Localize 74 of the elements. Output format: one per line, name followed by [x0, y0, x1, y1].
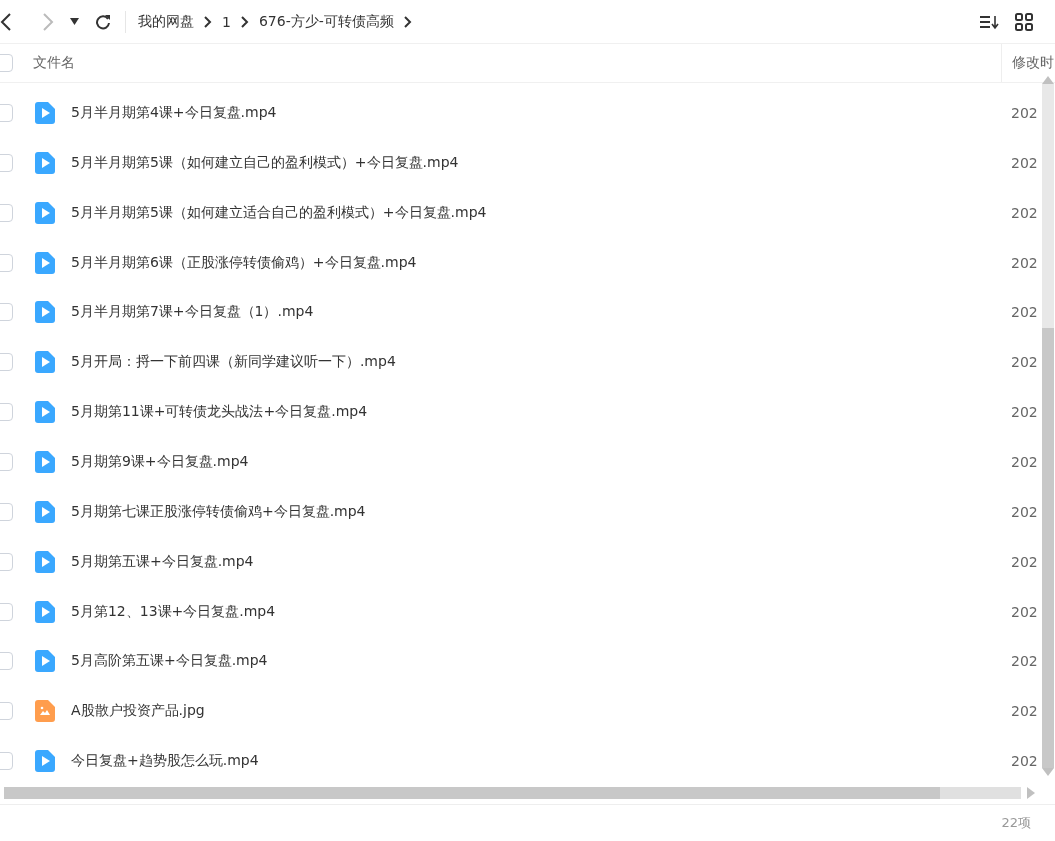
- modified-date: 202: [1011, 154, 1039, 171]
- file-name[interactable]: 5月期第11课+可转债龙头战法+今日复盘.mp4: [71, 403, 1011, 422]
- row-checkbox[interactable]: [0, 203, 13, 222]
- file-name[interactable]: 5月第12、13课+今日复盘.mp4: [71, 602, 1011, 621]
- row-checkbox[interactable]: [0, 353, 13, 372]
- modified-date: 202: [1011, 453, 1039, 470]
- modified-date: 202: [1011, 703, 1039, 720]
- file-name[interactable]: A股散户投资产品.jpg: [71, 702, 1011, 721]
- sort-button[interactable]: [979, 13, 999, 30]
- file-name[interactable]: 今日复盘+趋势股怎么玩.mp4: [71, 752, 1011, 771]
- video-file-icon: [35, 351, 55, 374]
- video-file-icon: [35, 101, 55, 124]
- video-file-icon: [35, 450, 55, 473]
- video-file-icon: [35, 401, 55, 424]
- modified-date: 202: [1011, 553, 1039, 570]
- vertical-scrollbar[interactable]: [1042, 84, 1054, 768]
- modified-date: 202: [1011, 104, 1039, 121]
- image-file-icon: [35, 700, 55, 723]
- video-file-icon: [35, 550, 55, 573]
- row-checkbox[interactable]: [0, 103, 13, 122]
- row-checkbox[interactable]: [0, 303, 13, 322]
- modified-date: 202: [1011, 354, 1039, 371]
- item-count: 22项: [1001, 814, 1031, 832]
- modified-date: 202: [1011, 204, 1039, 221]
- video-file-icon: [35, 301, 55, 324]
- chevron-right-icon: [403, 15, 412, 28]
- file-name[interactable]: 5月半月期第4课+今日复盘.mp4: [71, 103, 1011, 122]
- file-name[interactable]: 5月开局：捋一下前四课（新同学建议听一下）.mp4: [71, 353, 1011, 372]
- forward-button[interactable]: [42, 12, 54, 31]
- row-checkbox[interactable]: [0, 602, 13, 621]
- video-file-icon: [35, 251, 55, 274]
- row-checkbox[interactable]: [0, 702, 13, 721]
- row-checkbox[interactable]: [0, 552, 13, 571]
- file-name[interactable]: 5月半月期第7课+今日复盘（1）.mp4: [71, 303, 1011, 322]
- video-file-icon: [35, 151, 55, 174]
- back-button[interactable]: [0, 12, 12, 31]
- file-name[interactable]: 5月高阶第五课+今日复盘.mp4: [71, 652, 1011, 671]
- file-name[interactable]: 5月期第七课正股涨停转债偷鸡+今日复盘.mp4: [71, 502, 1011, 521]
- row-checkbox[interactable]: [0, 452, 13, 471]
- row-checkbox[interactable]: [0, 403, 13, 422]
- modified-date: 202: [1011, 503, 1039, 520]
- file-name[interactable]: 5月半月期第6课（正股涨停转债偷鸡）+今日复盘.mp4: [71, 253, 1011, 272]
- chevron-right-icon: [204, 15, 212, 28]
- video-file-icon: [35, 500, 55, 523]
- breadcrumb-link[interactable]: 我的网盘: [138, 12, 194, 31]
- file-name[interactable]: 5月半月期第5课（如何建立自己的盈利模式）+今日复盘.mp4: [71, 153, 1011, 172]
- row-checkbox[interactable]: [0, 153, 13, 172]
- video-file-icon: [35, 650, 55, 673]
- scrollbar-thumb[interactable]: [1042, 328, 1054, 768]
- file-name[interactable]: 5月半月期第5课（如何建立适合自己的盈利模式）+今日复盘.mp4: [71, 203, 1011, 222]
- modified-date: 202: [1011, 653, 1039, 670]
- row-checkbox[interactable]: [0, 502, 13, 521]
- grid-view-button[interactable]: [1015, 12, 1033, 31]
- select-all-checkbox[interactable]: [0, 54, 13, 72]
- row-checkbox[interactable]: [0, 652, 13, 671]
- video-file-icon: [35, 750, 55, 773]
- dropdown-button[interactable]: [70, 18, 79, 25]
- refresh-button[interactable]: [95, 13, 111, 30]
- chevron-right-icon: [240, 15, 249, 28]
- video-file-icon: [35, 201, 55, 224]
- scroll-right-icon[interactable]: [1027, 787, 1035, 799]
- modified-date: 202: [1011, 254, 1039, 271]
- file-name[interactable]: 5月期第9课+今日复盘.mp4: [71, 452, 1011, 471]
- row-checkbox[interactable]: [0, 752, 13, 771]
- row-checkbox[interactable]: [0, 253, 13, 272]
- column-header[interactable]: 文件名: [33, 54, 1001, 72]
- modified-date: 202: [1011, 404, 1039, 421]
- breadcrumb-link[interactable]: 1: [222, 13, 231, 30]
- breadcrumb-link[interactable]: 676-方少-可转债高频: [258, 12, 394, 31]
- modified-date: 202: [1011, 753, 1039, 770]
- modified-date: 202: [1011, 603, 1039, 620]
- video-file-icon: [35, 600, 55, 623]
- modified-date: 202: [1011, 304, 1039, 321]
- file-name[interactable]: 5月期第五课+今日复盘.mp4: [71, 552, 1011, 571]
